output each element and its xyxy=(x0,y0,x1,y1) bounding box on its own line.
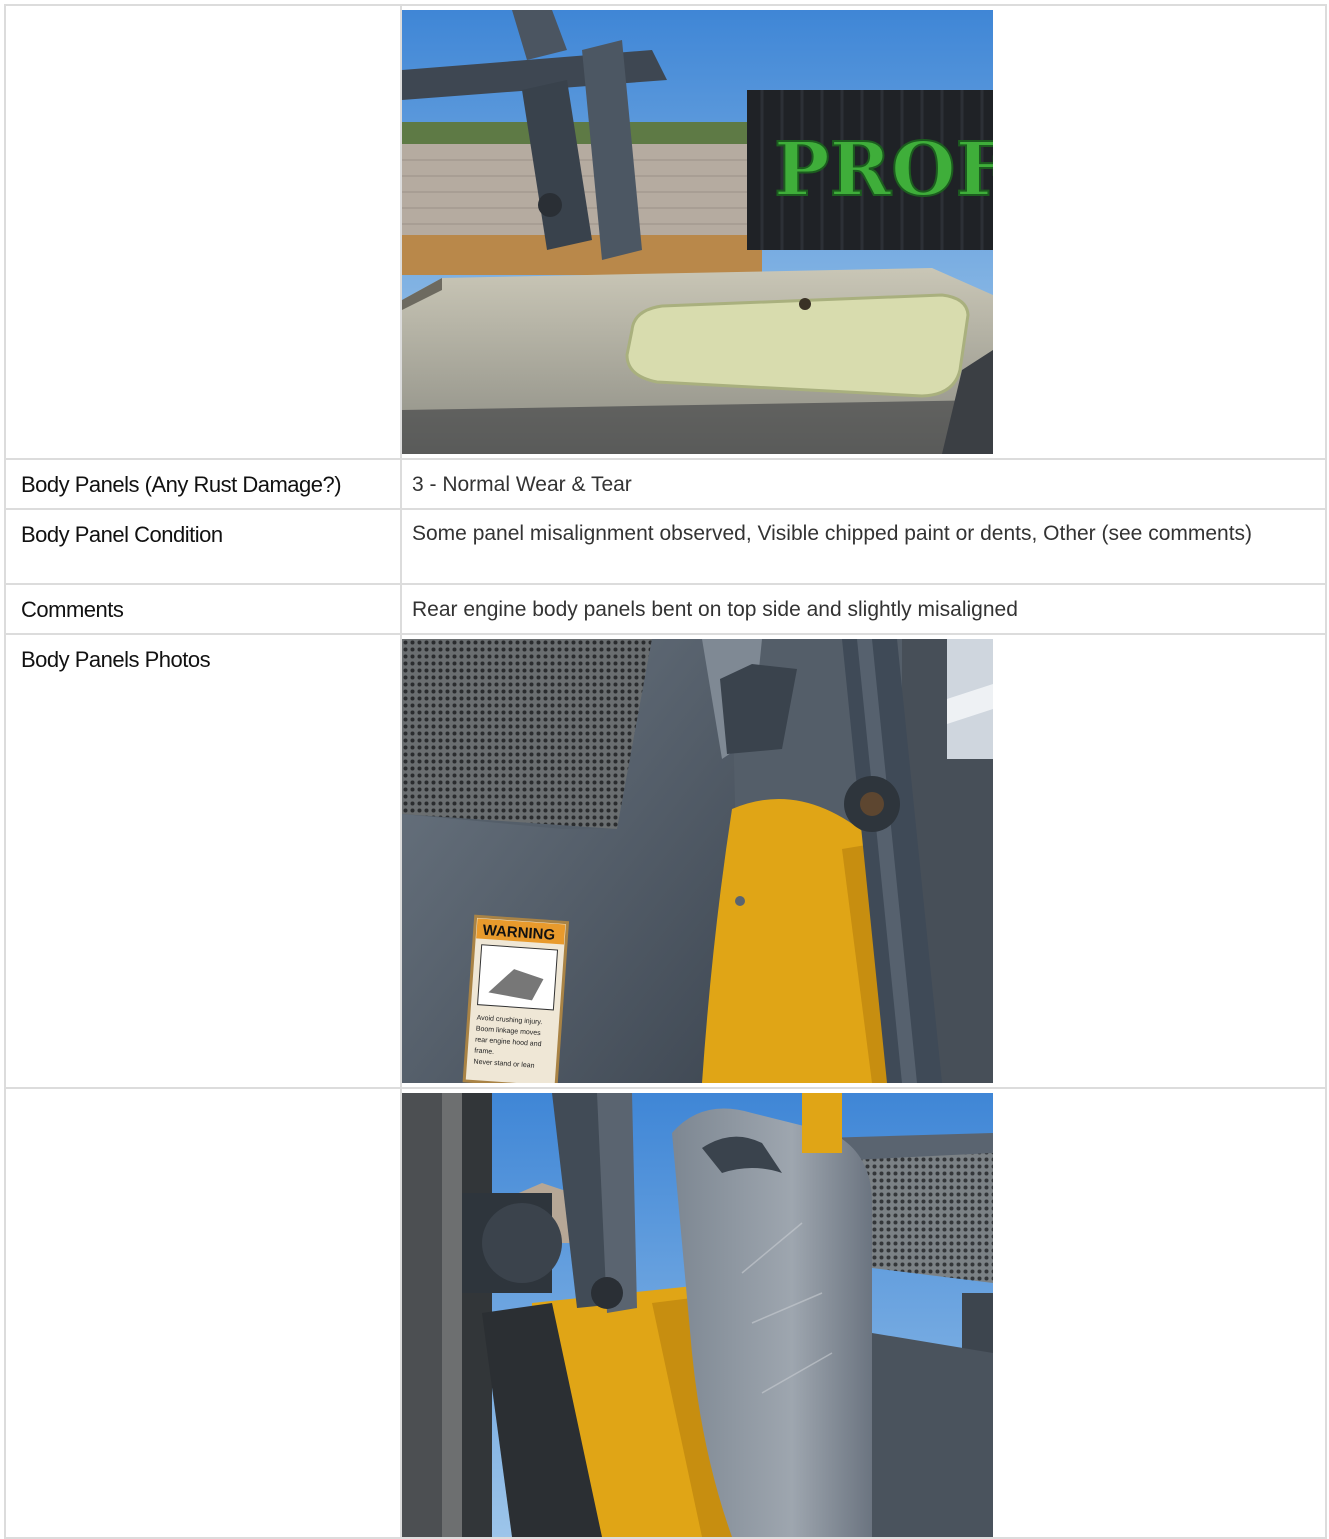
photo-cell-second: WARNING Avoid crushing injury. Boom link… xyxy=(402,635,1325,1089)
comments-label: Comments xyxy=(21,597,124,622)
panel-photos-label: Body Panels Photos xyxy=(21,647,211,672)
photo-engine-hood-top[interactable]: PROFOK xyxy=(402,10,993,454)
photo-row-last xyxy=(6,1089,1325,1539)
panel-condition-value: Some panel misalignment observed, Visibl… xyxy=(412,522,1253,545)
rust-damage-label: Body Panels (Any Rust Damage?) xyxy=(21,472,342,497)
photo-side-panel-warning[interactable]: WARNING Avoid crushing injury. Boom link… xyxy=(402,639,993,1083)
graffiti-text: PROFOK xyxy=(774,127,993,213)
value-cell: 3 - Normal Wear & Tear xyxy=(402,460,1325,510)
panel-condition-label: Body Panel Condition xyxy=(21,522,223,547)
label-cell: Body Panels (Any Rust Damage?) xyxy=(6,460,402,510)
row-panel-photos: Body Panels Photos WARNING Avoid crushin… xyxy=(6,635,1325,1089)
photo-side-panel-warning-image: WARNING Avoid crushing injury. Boom link… xyxy=(402,639,993,1083)
row-rust-damage: Body Panels (Any Rust Damage?) 3 - Norma… xyxy=(6,460,1325,510)
value-cell: Some panel misalignment observed, Visibl… xyxy=(402,510,1325,585)
empty-label-cell xyxy=(6,1089,402,1539)
photo-row-top: PROFOK xyxy=(6,6,1325,460)
label-cell: Body Panels Photos xyxy=(6,635,402,1089)
label-cell: Comments xyxy=(6,585,402,635)
inspection-table: PROFOK xyxy=(4,4,1327,1539)
row-panel-condition: Body Panel Condition Some panel misalign… xyxy=(6,510,1325,585)
photo-cell-third xyxy=(402,1089,1325,1539)
label-cell: Body Panel Condition xyxy=(6,510,402,585)
empty-label-cell xyxy=(6,6,402,460)
photo-engine-hood-top-image: PROFOK xyxy=(402,10,993,454)
comments-value: Rear engine body panels bent on top side… xyxy=(412,598,1018,621)
photo-cell-top: PROFOK xyxy=(402,6,1325,460)
value-cell: Rear engine body panels bent on top side… xyxy=(402,585,1325,635)
row-comments: Comments Rear engine body panels bent on… xyxy=(6,585,1325,635)
photo-arm-panel-side-image xyxy=(402,1093,993,1537)
rust-damage-value: 3 - Normal Wear & Tear xyxy=(412,473,632,496)
warning-sticker: WARNING Avoid crushing injury. Boom link… xyxy=(462,914,570,1083)
photo-arm-panel-side[interactable] xyxy=(402,1093,993,1537)
